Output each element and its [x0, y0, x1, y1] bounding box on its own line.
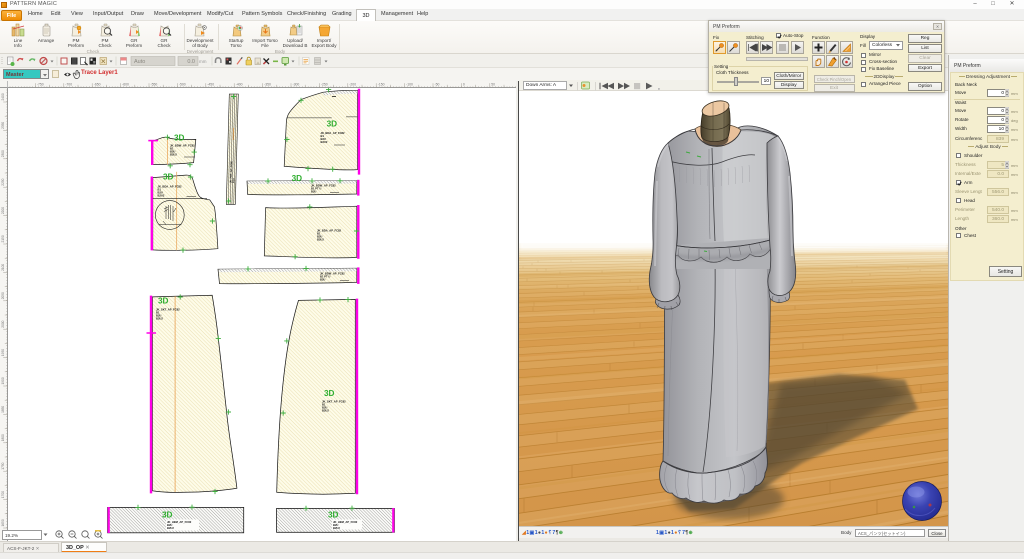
svg-text:JK_SKT_AP_FC82: JK_SKT_AP_FC82	[156, 308, 180, 312]
svg-text:3D: 3D	[328, 511, 339, 520]
svg-text:mm: mm	[199, 59, 207, 64]
svg-text:0.0: 0.0	[187, 59, 195, 65]
svg-text:B2U2: B2U2	[158, 194, 165, 198]
svg-text:B2U2: B2U2	[333, 526, 340, 530]
svg-text:50: 50	[491, 83, 495, 87]
svg-text:JK_SKT_AP_FC82: JK_SKT_AP_FC82	[322, 400, 346, 404]
svg-text:B2U: B2U	[232, 178, 235, 183]
svg-text:3D: 3D	[174, 133, 185, 142]
svg-text:-300: -300	[293, 83, 300, 87]
svg-text:B2U: B2U	[311, 190, 316, 194]
svg-text:-50: -50	[435, 83, 440, 87]
svg-text:1700: 1700	[1, 491, 5, 498]
svg-text:JK_BDW_AP_FC82: JK_BDW_AP_FC82	[170, 144, 195, 148]
svg-text:-750: -750	[37, 83, 44, 87]
svg-text:1800: 1800	[1, 434, 5, 441]
svg-text:2300: 2300	[1, 150, 5, 157]
svg-text:3D: 3D	[292, 174, 303, 183]
svg-text:B2U2: B2U2	[317, 238, 324, 242]
svg-text:-700: -700	[65, 83, 72, 87]
svg-text:B2U2: B2U2	[167, 526, 174, 530]
svg-text:-250: -250	[321, 83, 328, 87]
svg-text:JK_BDA_AP_FC82: JK_BDA_AP_FC82	[158, 185, 183, 189]
svg-text:3D: 3D	[158, 297, 169, 306]
svg-text:-500: -500	[179, 83, 186, 87]
svg-text:1650: 1650	[1, 519, 5, 526]
svg-text:0: 0	[463, 83, 465, 87]
svg-text:3D: 3D	[162, 511, 173, 520]
svg-text:Auto: Auto	[134, 59, 145, 65]
svg-text:JK_BDA_AP_FC82: JK_BDA_AP_FC82	[317, 229, 342, 233]
svg-text:B2U: B2U	[320, 278, 325, 282]
svg-text:B2U2: B2U2	[322, 409, 329, 413]
svg-text:2350: 2350	[1, 122, 5, 129]
svg-text:1900: 1900	[1, 377, 5, 384]
svg-text:2250: 2250	[1, 178, 5, 185]
svg-text:3D: 3D	[324, 389, 335, 398]
svg-text:2150: 2150	[1, 235, 5, 242]
svg-text:2100: 2100	[1, 264, 5, 271]
svg-text:-200: -200	[349, 83, 356, 87]
svg-text:B2U2: B2U2	[321, 140, 328, 144]
svg-text:-600: -600	[122, 83, 129, 87]
svg-text:2400: 2400	[1, 93, 5, 100]
svg-text:-450: -450	[207, 83, 214, 87]
svg-text:-650: -650	[94, 83, 101, 87]
svg-text:2050: 2050	[1, 292, 5, 299]
svg-text:B2U2: B2U2	[156, 317, 163, 321]
svg-text:2000: 2000	[1, 320, 5, 327]
svg-text:JK_BDA_AP_FC82: JK_BDA_AP_FC82	[321, 131, 346, 135]
svg-text:B2U2: B2U2	[170, 153, 177, 157]
svg-text:3D: 3D	[163, 173, 174, 182]
svg-text:-100: -100	[406, 83, 413, 87]
svg-text:1950: 1950	[1, 349, 5, 356]
svg-text:-350: -350	[264, 83, 271, 87]
svg-text:3D: 3D	[327, 119, 338, 128]
svg-text:-400: -400	[236, 83, 243, 87]
svg-text:2200: 2200	[1, 207, 5, 214]
svg-text:-150: -150	[378, 83, 385, 87]
svg-text:-550: -550	[151, 83, 158, 87]
svg-text:1750: 1750	[1, 462, 5, 469]
svg-text:1850: 1850	[1, 406, 5, 413]
